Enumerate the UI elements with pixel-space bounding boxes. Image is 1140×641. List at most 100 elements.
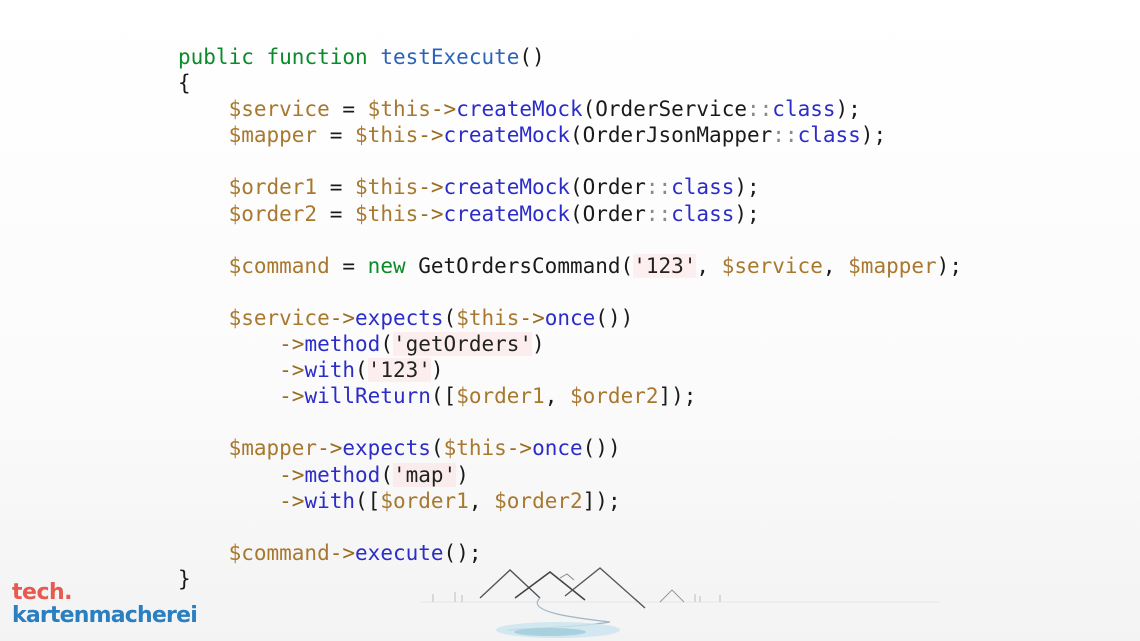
code-token: -> (430, 97, 457, 122)
code-line: $order2 = $this->createMock(Order::class… (178, 201, 962, 227)
code-token: function (266, 45, 368, 69)
code-token: $order1 (380, 488, 469, 513)
code-token: :: (747, 97, 773, 122)
code-token: $service (228, 305, 330, 330)
code-token: $service (721, 253, 823, 278)
code-token: createMock (443, 123, 570, 148)
code-token: createMock (456, 97, 583, 122)
brand-logo-line2: kartenmacherei (12, 603, 198, 628)
code-token: class (671, 201, 735, 226)
code-line: ->willReturn([$order1, $order2]); (178, 383, 962, 409)
code-token: 'getOrders' (392, 332, 533, 357)
code-token: -> (519, 305, 545, 330)
code-token: () (519, 45, 545, 69)
code-token: willReturn (304, 384, 431, 409)
code-token: $this (443, 436, 507, 461)
code-token: , (544, 384, 570, 409)
code-token: createMock (443, 201, 570, 226)
code-token: ); (835, 97, 861, 122)
code-token: (Order (569, 201, 646, 226)
code-token: ([ (355, 488, 381, 513)
code-line: public function testExecute() (178, 44, 962, 70)
code-token: ( (380, 462, 393, 487)
code-token: GetOrdersCommand( (405, 253, 634, 278)
code-token: , (696, 253, 722, 278)
code-line: ->with('123') (178, 357, 962, 383)
code-token: ) (532, 332, 545, 357)
code-token: ) (456, 462, 469, 487)
mountains-lake-icon (420, 567, 940, 638)
code-token: (OrderJsonMapper (569, 123, 773, 148)
code-token: -> (279, 488, 305, 513)
code-token: '123' (633, 253, 697, 278)
code-token: expects (355, 305, 444, 330)
code-token: , (468, 488, 495, 513)
code-token: { (178, 71, 191, 96)
code-token: ]); (582, 488, 621, 513)
code-token: method (304, 332, 381, 357)
code-token: new (367, 253, 406, 278)
code-token: -> (279, 332, 305, 357)
code-token: -> (279, 384, 305, 409)
code-token: 'map' (392, 462, 457, 487)
code-token: ()) (582, 436, 621, 461)
code-token: $order1 (228, 175, 318, 200)
code-token: with (304, 358, 356, 383)
code-line: $service = $this->createMock(OrderServic… (178, 96, 962, 122)
code-listing: public function testExecute(){ $service … (178, 44, 962, 592)
code-token: $order2 (228, 201, 318, 226)
code-token: -> (317, 436, 343, 461)
code-token: ()) (595, 305, 634, 330)
code-token: class (772, 97, 836, 122)
code-token: (Order (569, 175, 646, 200)
code-token: = (329, 253, 368, 278)
code-token: $command (228, 540, 330, 565)
code-token: public (178, 45, 254, 69)
brand-logo-line1: tech. (12, 580, 72, 605)
code-token: , (822, 253, 849, 278)
code-line: $order1 = $this->createMock(Order::class… (178, 174, 962, 200)
code-token: -> (418, 123, 444, 148)
code-token: once (532, 436, 583, 461)
code-line: ->with([$order1, $order2]); (178, 488, 962, 514)
code-token: ); (734, 175, 760, 200)
code-token: ( (380, 332, 393, 357)
code-line: $command = new GetOrdersCommand('123', $… (178, 253, 962, 279)
code-line: ->method('getOrders') (178, 331, 962, 357)
code-token: class (671, 175, 735, 200)
code-line: ->method('map') (178, 462, 962, 488)
code-token: -> (329, 305, 356, 330)
code-token: class (797, 123, 861, 148)
code-token: -> (329, 540, 356, 565)
code-token: -> (418, 175, 444, 200)
code-token: :: (772, 123, 798, 148)
code-line: $service->expects($this->once()) (178, 305, 962, 331)
code-token: -> (418, 201, 444, 226)
code-token: ( (443, 305, 457, 330)
code-token: $command (228, 253, 330, 278)
code-token: -> (279, 358, 305, 383)
code-token: ); (860, 123, 887, 148)
code-token: expects (342, 436, 431, 461)
code-token: with (304, 488, 356, 513)
code-token: = (329, 97, 368, 122)
code-token: ( (355, 358, 368, 383)
code-token: ); (734, 201, 760, 226)
code-token: = (317, 175, 356, 200)
code-token: $this (367, 97, 431, 122)
code-token: -> (279, 462, 305, 487)
